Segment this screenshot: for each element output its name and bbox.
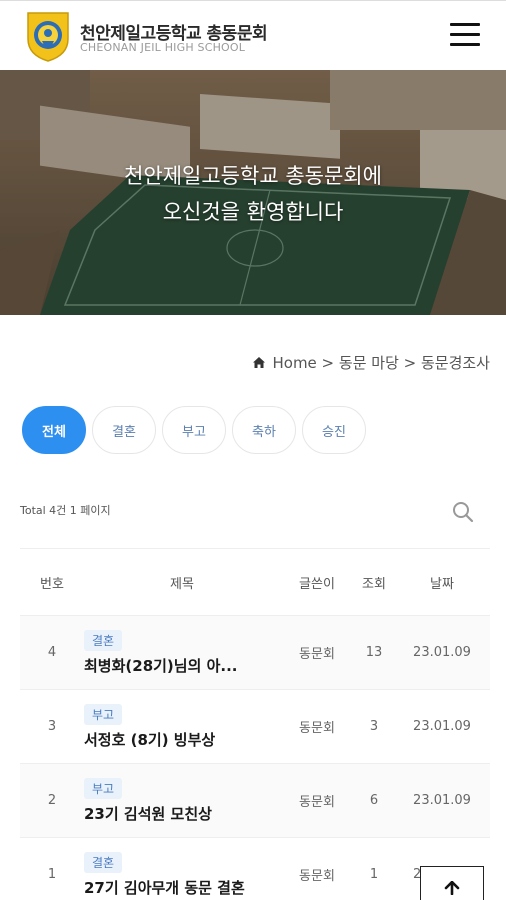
row-views: 1 — [369, 867, 379, 882]
hero-line-2: 오신것을 환영합니다 — [162, 200, 344, 224]
post-title-link[interactable]: 23기 김석원 모친상 — [84, 803, 274, 824]
school-emblem-icon[interactable] — [24, 9, 72, 63]
row-date: 23.01.09 — [413, 719, 471, 734]
row-number: 1 — [47, 867, 57, 882]
tab-congratulations[interactable]: 축하 — [232, 406, 296, 454]
post-table: 번호 제목 글쓴이 조회 날짜 4 결혼 최병화(28기)님의 아... 동문회… — [20, 548, 490, 900]
row-title-cell: 부고 23기 김석원 모친상 — [84, 777, 280, 824]
tab-obituary[interactable]: 부고 — [162, 406, 226, 454]
table-row[interactable]: 3 부고 서정호 (8기) 빙부상 동문회 3 23.01.09 — [20, 689, 490, 763]
header-author: 글쓴이 — [299, 576, 335, 592]
post-title-link[interactable]: 27기 김아무개 동문 결혼 — [84, 877, 274, 898]
breadcrumb-current: 동문경조사 — [420, 354, 490, 372]
hamburger-menu-icon[interactable] — [450, 23, 480, 47]
hero-line-1: 천안제일고등학교 총동문회에 — [124, 164, 382, 188]
hero-banner: 천안제일고등학교 총동문회에 오신것을 환영합니다 — [0, 70, 506, 315]
header-number: 번호 — [40, 576, 64, 592]
category-tabs: 전체 결혼 부고 축하 승진 — [22, 406, 372, 454]
row-title-cell: 결혼 최병화(28기)님의 아... — [84, 629, 280, 676]
category-badge: 부고 — [84, 777, 123, 799]
header-title: 제목 — [170, 576, 194, 592]
site-header: 천안제일고등학교 총동문회 CHEONAN JEIL HIGH SCHOOL — [0, 0, 506, 70]
table-row[interactable]: 4 결혼 최병화(28기)님의 아... 동문회 13 23.01.09 — [20, 615, 490, 689]
row-author: 동문회 — [299, 869, 335, 884]
breadcrumb: Home > 동문 마당 > 동문경조사 — [251, 352, 490, 373]
row-views: 3 — [369, 719, 379, 734]
tab-wedding[interactable]: 결혼 — [92, 406, 156, 454]
row-date: 23.01.09 — [413, 793, 471, 808]
post-title-link[interactable]: 서정호 (8기) 빙부상 — [84, 729, 274, 750]
post-count-text: Total 4건 1 페이지 — [20, 504, 111, 517]
row-date: 23.01.09 — [413, 645, 471, 660]
table-row[interactable]: 2 부고 23기 김석원 모친상 동문회 6 23.01.09 — [20, 763, 490, 837]
school-name-en: CHEONAN JEIL HIGH SCHOOL — [80, 41, 246, 54]
category-badge: 부고 — [84, 703, 123, 725]
breadcrumb-home-link[interactable]: Home > — [272, 354, 334, 372]
search-icon[interactable] — [452, 501, 474, 523]
row-number: 4 — [47, 645, 57, 660]
row-views: 6 — [369, 793, 379, 808]
row-title-cell: 부고 서정호 (8기) 빙부상 — [84, 703, 280, 750]
post-title-link[interactable]: 최병화(28기)님의 아... — [84, 655, 274, 676]
breadcrumb-separator: > — [398, 353, 421, 372]
category-badge: 결혼 — [84, 851, 123, 873]
row-title-cell: 결혼 27기 김아무개 동문 결혼 — [84, 851, 280, 898]
tab-all[interactable]: 전체 — [22, 406, 86, 454]
header-views: 조회 — [362, 576, 386, 592]
header-date: 날짜 — [430, 576, 454, 592]
category-badge: 결혼 — [84, 629, 123, 651]
row-number: 3 — [47, 719, 57, 734]
row-number: 2 — [47, 793, 57, 808]
scroll-top-button[interactable] — [420, 866, 484, 900]
breadcrumb-section-link[interactable]: 동문 마당 — [339, 352, 399, 373]
arrow-up-icon — [444, 881, 460, 895]
hero-welcome-text: 천안제일고등학교 총동문회에 오신것을 환영합니다 — [0, 158, 506, 230]
home-icon — [253, 356, 266, 368]
row-views: 13 — [365, 645, 383, 660]
row-author: 동문회 — [299, 647, 335, 662]
table-header: 번호 제목 글쓴이 조회 날짜 — [20, 549, 490, 615]
tab-promotion[interactable]: 승진 — [302, 406, 366, 454]
row-author: 동문회 — [299, 721, 335, 736]
row-author: 동문회 — [299, 795, 335, 810]
